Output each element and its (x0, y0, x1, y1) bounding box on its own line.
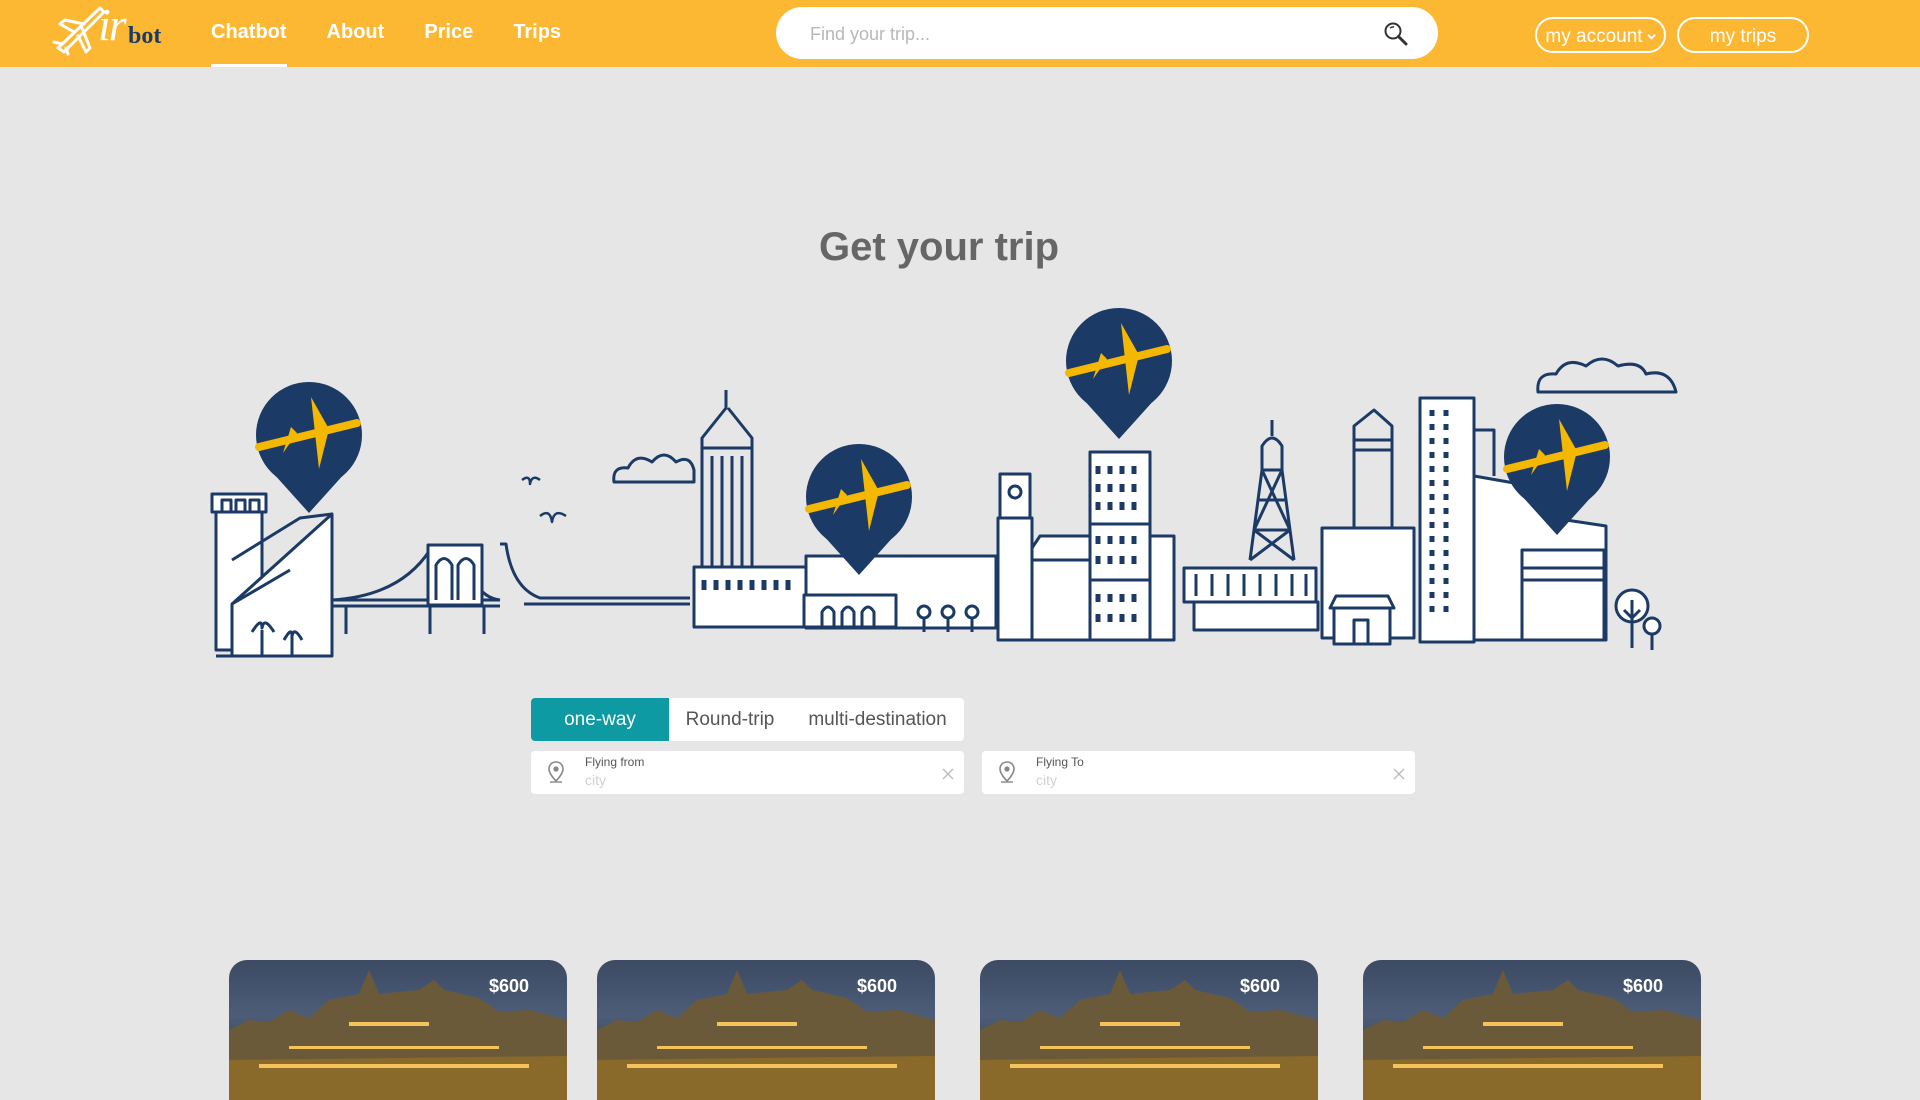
search-input[interactable] (808, 7, 1372, 61)
hero-title: Get your trip (818, 225, 1060, 269)
city-skyline-illustration (210, 290, 1678, 658)
logo-text: ir (98, 0, 127, 50)
clear-icon[interactable] (1393, 768, 1405, 780)
tab-multi-destination[interactable]: multi-destination (791, 698, 964, 741)
my-trips-button[interactable]: my trips (1677, 17, 1809, 53)
tab-round-trip[interactable]: Round-trip (669, 698, 791, 741)
location-pin-icon (999, 761, 1015, 783)
nav-item-trips[interactable]: Trips (513, 0, 561, 67)
card-price: $600 (1622, 976, 1663, 996)
main-nav: Chatbot About Price Trips (211, 0, 601, 67)
flying-from-field[interactable]: Flying from (531, 751, 964, 794)
flying-to-field[interactable]: Flying To (982, 751, 1415, 794)
destination-card[interactable]: $600 (1363, 960, 1701, 1100)
flying-to-input[interactable] (1036, 771, 1376, 789)
nav-item-about[interactable]: About (327, 0, 385, 67)
destination-card[interactable]: $600 (597, 960, 935, 1100)
my-account-label: my account (1545, 26, 1643, 47)
clear-icon[interactable] (942, 768, 954, 780)
card-price: $600 (488, 976, 529, 996)
search-bar (776, 7, 1438, 61)
logo-subtext: bot (128, 23, 162, 49)
destination-card[interactable]: $600 (980, 960, 1318, 1100)
flying-from-label: Flying from (585, 755, 645, 769)
flying-from-input[interactable] (585, 771, 925, 789)
search-icon[interactable] (1383, 21, 1409, 47)
brand-logo[interactable]: ir bot (52, 0, 172, 56)
tab-one-way[interactable]: one-way (531, 698, 669, 741)
destination-card[interactable]: $600 (229, 960, 567, 1100)
nav-item-chatbot[interactable]: Chatbot (211, 0, 287, 67)
top-navigation-bar: ir bot Chatbot About Price Trips my acco… (0, 0, 1920, 67)
flying-to-label: Flying To (1036, 755, 1084, 769)
card-price: $600 (856, 976, 897, 996)
my-account-button[interactable]: my account (1535, 17, 1666, 53)
trip-type-tabs: one-way Round-trip multi-destination (531, 698, 964, 741)
nav-item-price[interactable]: Price (424, 0, 473, 67)
map-pin-plane-icon (256, 382, 362, 513)
card-price: $600 (1239, 976, 1280, 996)
location-pin-icon (548, 761, 564, 783)
chevron-down-icon (1646, 34, 1656, 41)
map-pin-plane-icon (1066, 308, 1172, 439)
